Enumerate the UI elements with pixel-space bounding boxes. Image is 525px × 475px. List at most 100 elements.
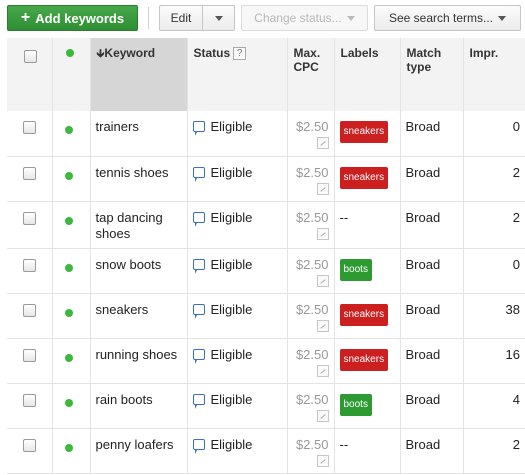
match-type-cell: Broad — [400, 156, 464, 202]
max-cpc-value[interactable]: $2.50 — [296, 302, 329, 318]
status-cell: Eligible — [187, 201, 288, 249]
green-dot-icon[interactable] — [64, 398, 73, 407]
match-type-header-label: Match type — [406, 46, 442, 74]
green-dot-icon[interactable] — [64, 171, 73, 180]
max-cpc-value[interactable]: $2.50 — [296, 119, 329, 135]
max-cpc-value[interactable]: $2.50 — [296, 165, 329, 181]
label-badge[interactable]: sneakers — [339, 348, 389, 371]
keyword-header[interactable]: 🡳Keyword — [90, 38, 188, 111]
status-text: Eligible — [210, 119, 253, 134]
status-text: Eligible — [210, 164, 253, 180]
max-cpc-cell[interactable]: $2.50 — [287, 383, 335, 429]
status-header[interactable]: Status? — [187, 38, 288, 111]
row-checkbox[interactable] — [23, 438, 36, 452]
speech-bubble-icon[interactable] — [192, 393, 205, 409]
label-badge[interactable]: sneakers — [339, 121, 389, 143]
match-type-cell: Broad — [400, 248, 464, 294]
status-cell: Eligible — [187, 293, 288, 339]
plus-icon: + — [20, 9, 31, 26]
edit-dropdown-button[interactable] — [202, 5, 235, 31]
max-cpc-value[interactable]: $2.50 — [296, 257, 329, 273]
label-badge[interactable]: boots — [339, 393, 372, 416]
row-checkbox[interactable] — [23, 258, 36, 272]
max-cpc-cell[interactable]: $2.50 — [287, 156, 335, 202]
bid-graph-icon[interactable] — [316, 409, 329, 422]
table-header-row: 🡳Keyword Status? Max. CPC Labels Match t… — [7, 38, 525, 111]
bid-graph-icon[interactable] — [316, 319, 329, 332]
no-label-text: -- — [339, 209, 349, 225]
impressions-cell: 2 — [463, 201, 525, 249]
max-cpc-value[interactable]: $2.50 — [296, 437, 329, 453]
labels-cell: sneakers — [334, 293, 401, 339]
speech-bubble-icon[interactable] — [192, 438, 205, 454]
bid-graph-icon[interactable] — [316, 227, 329, 240]
green-dot-icon[interactable] — [64, 216, 73, 225]
status-header-label: Status — [193, 46, 231, 60]
keyword-cell[interactable]: penny loafers — [90, 428, 188, 474]
bid-graph-icon[interactable] — [316, 364, 329, 377]
labels-header[interactable]: Labels — [334, 38, 401, 111]
green-dot-icon[interactable] — [64, 443, 73, 452]
max-cpc-cell[interactable]: $2.50 — [287, 428, 335, 474]
max-cpc-cell[interactable]: $2.50 — [287, 248, 335, 294]
impressions-header[interactable]: Impr. — [463, 38, 525, 111]
max-cpc-cell[interactable]: $2.50 — [287, 201, 335, 249]
see-search-terms-button[interactable]: See search terms... — [374, 5, 521, 31]
label-badge[interactable]: sneakers — [339, 303, 389, 326]
labels-cell: sneakers — [334, 111, 401, 157]
label-badge[interactable]: boots — [339, 258, 372, 281]
edit-button[interactable]: Edit — [159, 5, 203, 31]
green-dot-icon[interactable] — [64, 308, 73, 317]
max-cpc-cell[interactable]: $2.50 — [287, 338, 335, 384]
bid-graph-icon[interactable] — [316, 137, 329, 149]
select-cell — [7, 383, 53, 429]
status-cell: Eligible — [187, 248, 288, 294]
row-checkbox[interactable] — [23, 348, 36, 362]
toolbar-divider — [148, 7, 149, 29]
label-badge[interactable]: sneakers — [339, 166, 389, 189]
green-dot-icon[interactable] — [64, 126, 73, 134]
help-icon[interactable]: ? — [233, 47, 247, 60]
speech-bubble-icon[interactable] — [192, 121, 205, 136]
keyword-header-label: Keyword — [104, 46, 156, 60]
match-type-header[interactable]: Match type — [400, 38, 464, 111]
bid-graph-icon[interactable] — [316, 182, 329, 195]
add-keywords-button[interactable]: + Add keywords — [7, 5, 138, 31]
keyword-cell[interactable]: rain boots — [90, 383, 188, 429]
speech-bubble-icon[interactable] — [192, 303, 205, 319]
row-checkbox[interactable] — [23, 303, 36, 317]
row-checkbox[interactable] — [23, 393, 36, 407]
select-cell — [7, 156, 53, 202]
max-cpc-value[interactable]: $2.50 — [296, 210, 329, 226]
speech-bubble-icon[interactable] — [192, 258, 205, 274]
keyword-cell[interactable]: trainers — [90, 111, 188, 157]
change-status-button[interactable]: Change status... — [241, 5, 368, 31]
row-checkbox[interactable] — [23, 211, 36, 225]
labels-cell: sneakers — [334, 338, 401, 384]
max-cpc-cell[interactable]: $2.50 — [287, 111, 335, 157]
green-dot-icon[interactable] — [64, 263, 73, 272]
keyword-cell[interactable]: sneakers — [90, 293, 188, 339]
speech-bubble-icon[interactable] — [192, 166, 205, 182]
speech-bubble-icon[interactable] — [192, 348, 205, 364]
speech-bubble-icon[interactable] — [192, 211, 205, 227]
keyword-cell[interactable]: tap dancing shoes — [90, 201, 188, 249]
keyword-cell[interactable]: running shoes — [90, 338, 188, 384]
edit-label: Edit — [170, 11, 192, 25]
row-checkbox[interactable] — [23, 166, 36, 180]
max-cpc-value[interactable]: $2.50 — [296, 392, 329, 408]
bid-graph-icon[interactable] — [316, 454, 329, 467]
max-cpc-cell[interactable]: $2.50 — [287, 293, 335, 339]
select-all-checkbox[interactable] — [24, 50, 37, 63]
keyword-cell[interactable]: tennis shoes — [90, 156, 188, 202]
chevron-down-icon — [498, 15, 507, 21]
max-cpc-header[interactable]: Max. CPC — [287, 38, 335, 111]
bid-graph-icon[interactable] — [316, 274, 329, 287]
max-cpc-value[interactable]: $2.50 — [296, 347, 329, 363]
impressions-cell: 2 — [463, 428, 525, 474]
row-checkbox[interactable] — [23, 121, 36, 134]
select-cell — [7, 111, 53, 157]
keyword-cell[interactable]: snow boots — [90, 248, 188, 294]
green-dot-icon[interactable] — [64, 353, 73, 362]
status-text: Eligible — [210, 301, 253, 317]
